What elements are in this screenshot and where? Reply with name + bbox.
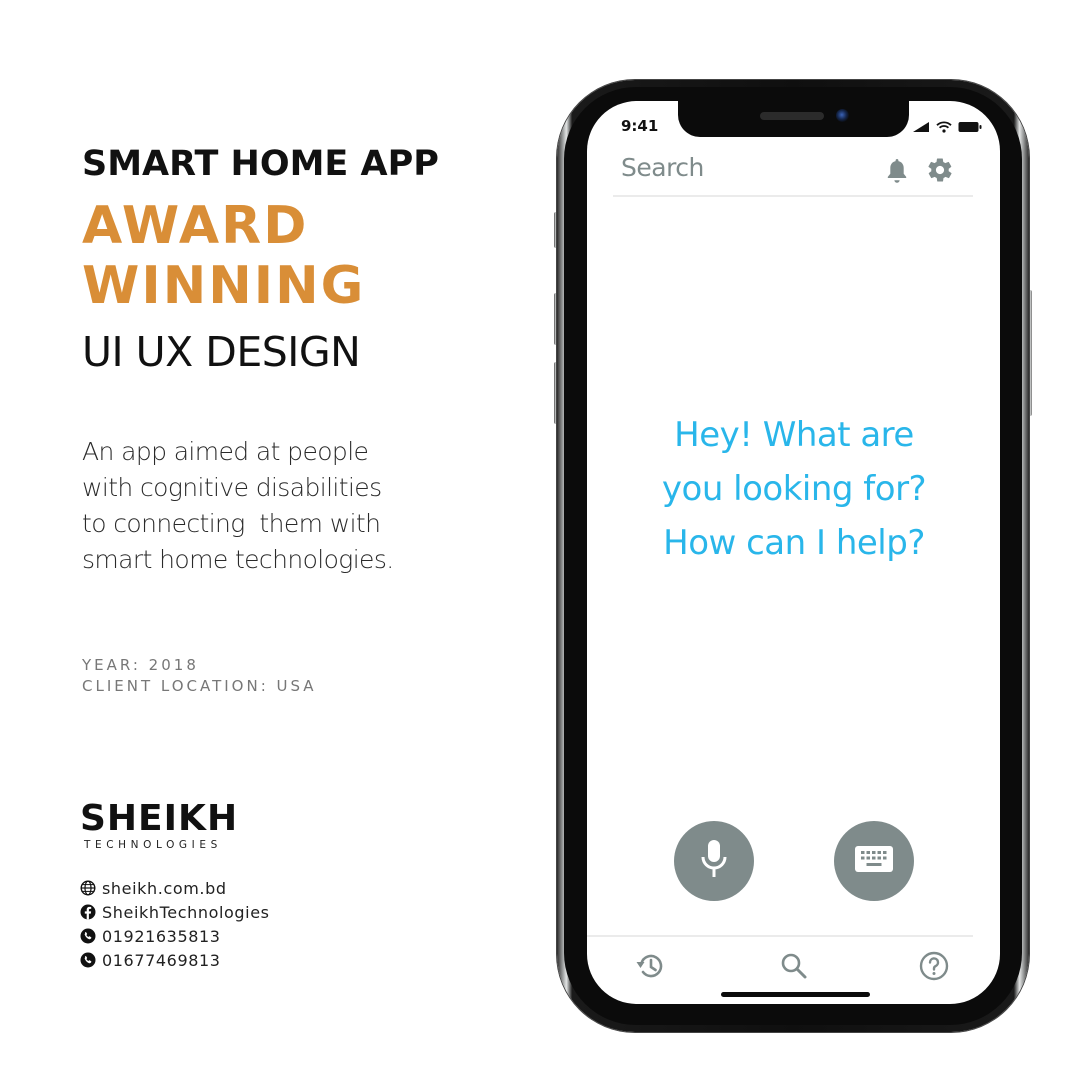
nav-help[interactable] xyxy=(918,950,950,987)
help-icon xyxy=(918,950,950,987)
prompt-line: Hey! What are xyxy=(674,415,914,455)
nav-search[interactable] xyxy=(778,952,810,984)
company-logo: SHEIKH TECHNOLOGIES xyxy=(80,800,238,852)
headline-winning: WINNING xyxy=(82,256,366,316)
headline-award: AWARD xyxy=(82,196,309,256)
contact-list: sheikh.com.bd SheikhTechnologies 0192163… xyxy=(80,876,270,972)
phone-icon xyxy=(80,952,96,968)
contact-website[interactable]: sheikh.com.bd xyxy=(80,876,270,900)
project-year: YEAR: 2018 xyxy=(82,656,199,674)
voice-input-button[interactable] xyxy=(674,821,754,901)
client-location: CLIENT LOCATION: USA xyxy=(82,677,317,695)
nav-history[interactable] xyxy=(634,952,666,984)
assistant-prompt: Hey! What are you looking for? How can I… xyxy=(600,408,988,570)
wifi-icon xyxy=(936,120,952,138)
headline-ui-ux-design: UI UX DESIGN xyxy=(82,328,361,376)
bell-icon[interactable] xyxy=(885,157,909,188)
earpiece-speaker xyxy=(760,112,824,120)
status-time: 9:41 xyxy=(621,117,659,135)
search-icon xyxy=(778,950,810,987)
microphone-icon xyxy=(699,838,729,885)
contact-facebook[interactable]: SheikhTechnologies xyxy=(80,900,270,924)
search-field[interactable]: Search xyxy=(621,153,704,182)
contact-phone-2[interactable]: 01677469813 xyxy=(80,948,270,972)
phone-number-1: 01921635813 xyxy=(102,926,221,946)
logo-tagline: TECHNOLOGIES xyxy=(84,839,222,851)
globe-icon xyxy=(80,880,96,896)
prompt-line: you looking for? xyxy=(661,469,927,509)
project-description: An app aimed at people with cognitive di… xyxy=(82,434,482,578)
nav-divider xyxy=(587,935,973,937)
signal-icon xyxy=(912,120,930,138)
contact-phone-1[interactable]: 01921635813 xyxy=(80,924,270,948)
headline-smart-home-app: SMART HOME APP xyxy=(82,144,439,184)
description-line: to connecting them with xyxy=(82,509,381,538)
project-meta: YEAR: 2018 CLIENT LOCATION: USA xyxy=(82,655,317,697)
description-line: smart home technologies. xyxy=(82,545,394,574)
facebook-icon xyxy=(80,904,96,920)
description-line: An app aimed at people xyxy=(82,437,369,466)
keyboard-icon xyxy=(854,845,894,878)
home-indicator[interactable] xyxy=(721,992,870,997)
facebook-text: SheikhTechnologies xyxy=(102,902,270,922)
gear-icon[interactable] xyxy=(926,156,954,189)
website-text: sheikh.com.bd xyxy=(102,878,227,898)
description-line: with cognitive disabilities xyxy=(82,473,382,502)
front-camera xyxy=(836,109,849,122)
phone-number-2: 01677469813 xyxy=(102,950,221,970)
battery-icon xyxy=(958,120,982,138)
header-divider xyxy=(613,195,973,197)
prompt-line: How can I help? xyxy=(663,523,925,563)
keyboard-input-button[interactable] xyxy=(834,821,914,901)
phone-icon xyxy=(80,928,96,944)
status-icons xyxy=(912,120,982,138)
history-icon xyxy=(634,950,666,987)
logo-wordmark: SHEIKH xyxy=(80,798,239,839)
